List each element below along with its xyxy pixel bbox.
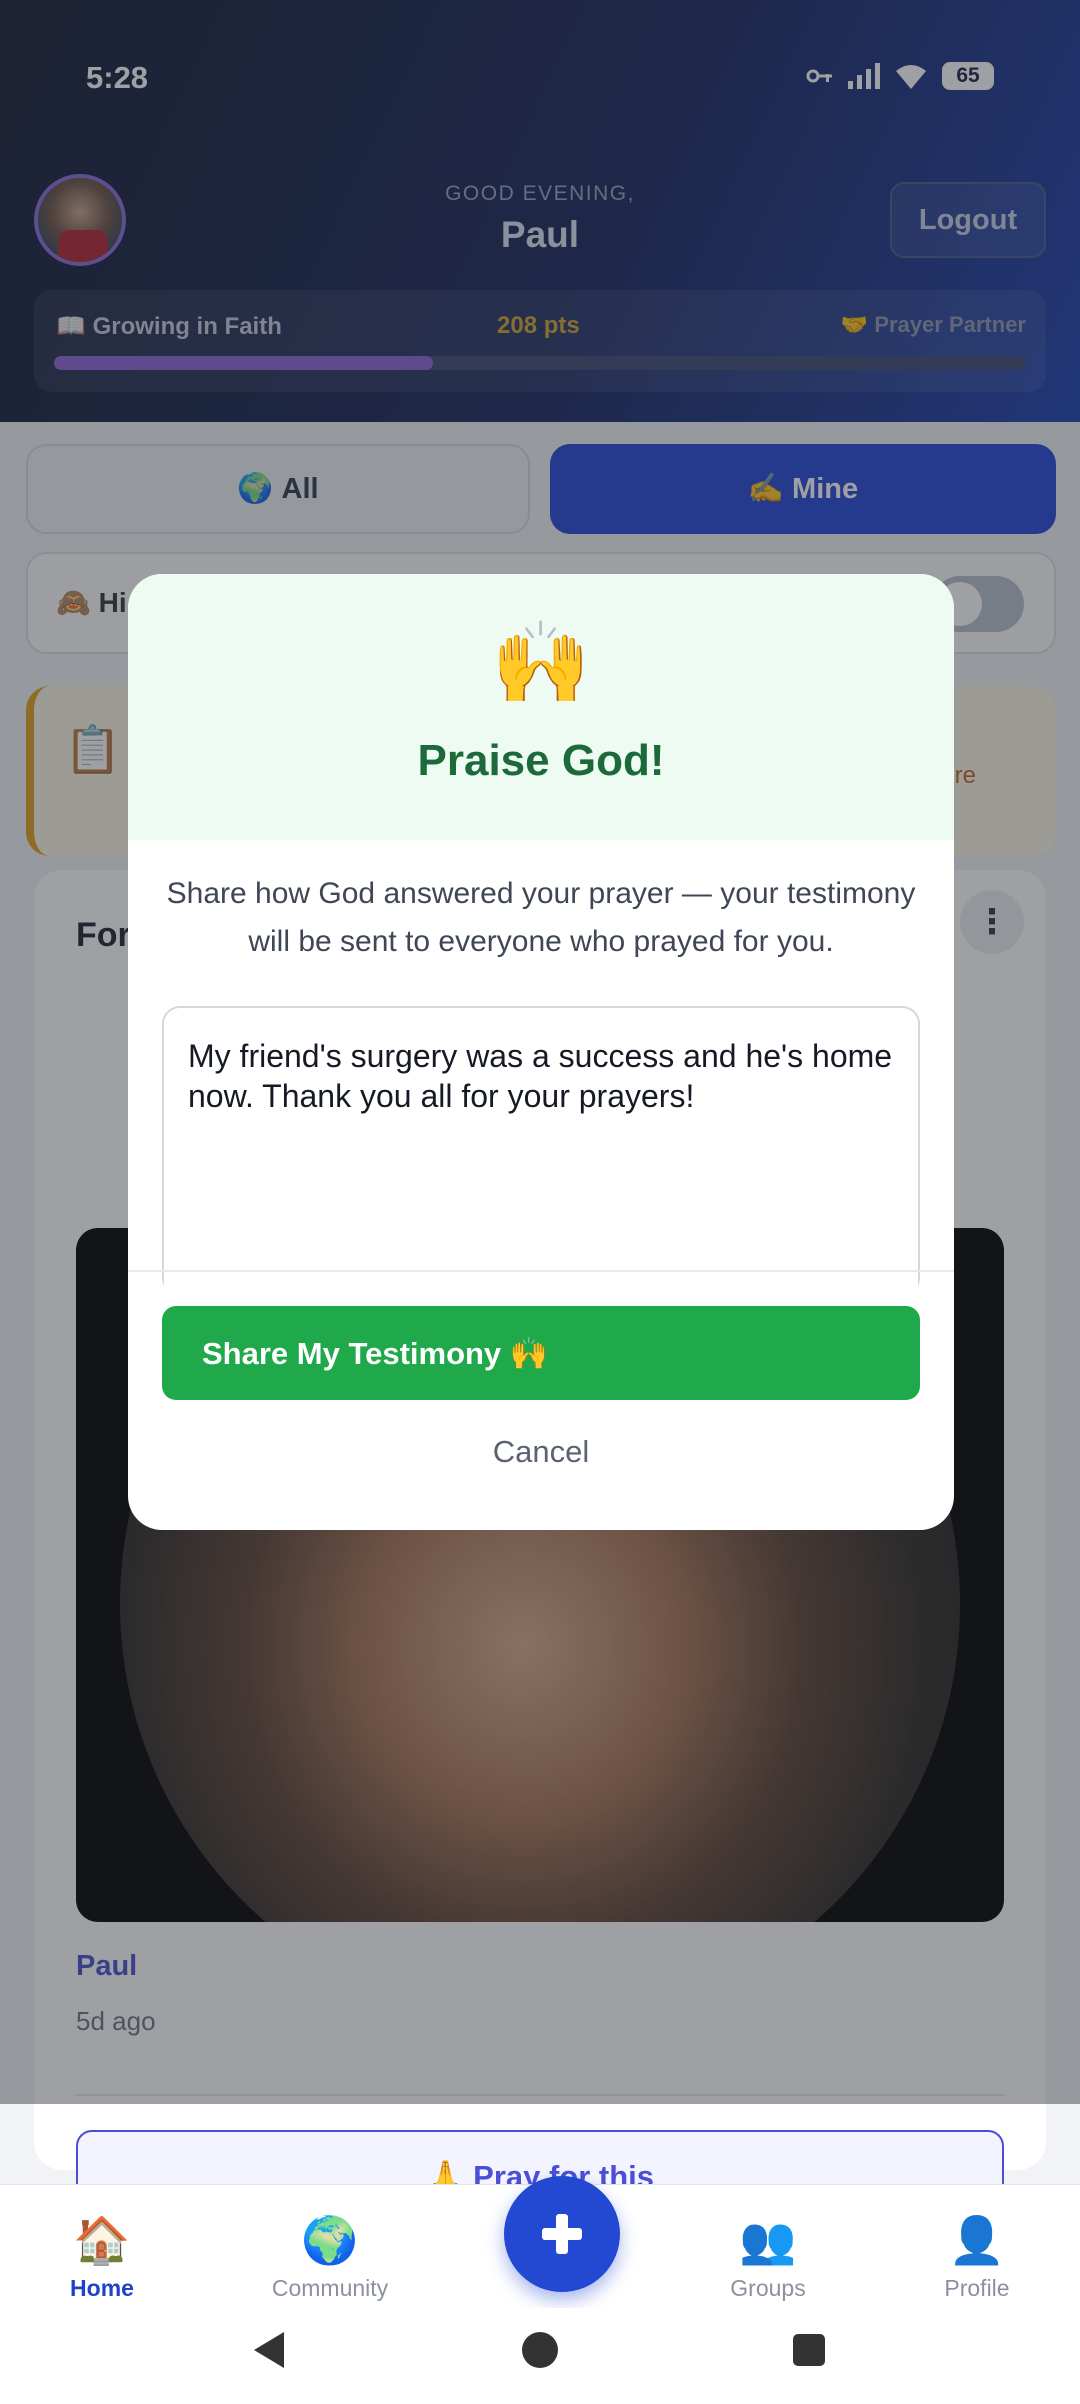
nav-groups-label: Groups — [730, 2275, 806, 2301]
modal-scroll-fade — [164, 1272, 918, 1300]
recents-icon[interactable] — [793, 2334, 825, 2366]
modal-header: 🙌 Praise God! — [128, 574, 954, 840]
home-circle-icon[interactable] — [522, 2332, 558, 2368]
back-icon[interactable] — [254, 2332, 284, 2368]
share-testimony-button[interactable]: Share My Testimony 🙌 — [162, 1306, 920, 1400]
nav-profile-label: Profile — [944, 2275, 1010, 2301]
people-icon: 👥 — [739, 2214, 797, 2266]
add-prayer-button[interactable] — [504, 2176, 620, 2292]
praise-modal: 🙌 Praise God! Share how God answered you… — [128, 574, 954, 1530]
nav-profile[interactable]: 👤 Profile — [897, 2213, 1057, 2302]
person-icon: 👤 — [948, 2214, 1006, 2266]
house-icon: 🏠 — [73, 2214, 131, 2266]
nav-community[interactable]: 🌍 Community — [250, 2213, 410, 2302]
globe-icon: 🌍 — [301, 2214, 359, 2266]
plus-icon — [542, 2214, 582, 2254]
modal-title: Praise God! — [417, 736, 665, 785]
nav-groups[interactable]: 👥 Groups — [688, 2213, 848, 2302]
nav-home-label: Home — [70, 2275, 134, 2301]
testimony-input[interactable] — [162, 1006, 920, 1296]
modal-description: Share how God answered your prayer — you… — [166, 877, 916, 958]
nav-community-label: Community — [271, 2275, 389, 2301]
cancel-button[interactable]: Cancel — [128, 1434, 954, 1470]
raising-hands-icon: 🙌 — [491, 618, 591, 707]
modal-separator — [128, 1270, 954, 1272]
nav-home[interactable]: 🏠 Home — [22, 2213, 182, 2302]
system-nav-bar — [0, 2308, 1080, 2404]
